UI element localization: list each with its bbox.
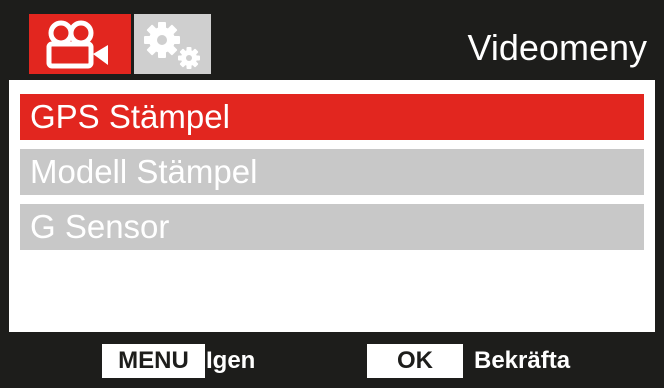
- video-menu-screen: Videomeny GPS Stämpel Modell Stämpel G S…: [0, 0, 664, 388]
- video-camera-icon: [46, 20, 108, 69]
- tab-settings[interactable]: [134, 14, 211, 74]
- menu-item-gps-stamp[interactable]: GPS Stämpel: [20, 94, 644, 140]
- menu-item-model-stamp[interactable]: Modell Stämpel: [20, 149, 644, 195]
- menu-key-action: Igen: [206, 347, 256, 374]
- tab-video[interactable]: [29, 14, 131, 74]
- ok-key-action: Bekräfta: [474, 347, 571, 374]
- menu-item-g-sensor[interactable]: G Sensor: [20, 204, 644, 250]
- footer-bar: MENU Igen OK Bekräfta: [9, 332, 655, 388]
- ok-key[interactable]: OK: [367, 344, 463, 378]
- page-title: Videomeny: [467, 27, 647, 68]
- header-bar: Videomeny: [9, 0, 655, 80]
- menu-list: GPS Stämpel Modell Stämpel G Sensor: [20, 94, 644, 259]
- menu-key[interactable]: MENU: [102, 344, 205, 378]
- gears-icon: [144, 22, 200, 69]
